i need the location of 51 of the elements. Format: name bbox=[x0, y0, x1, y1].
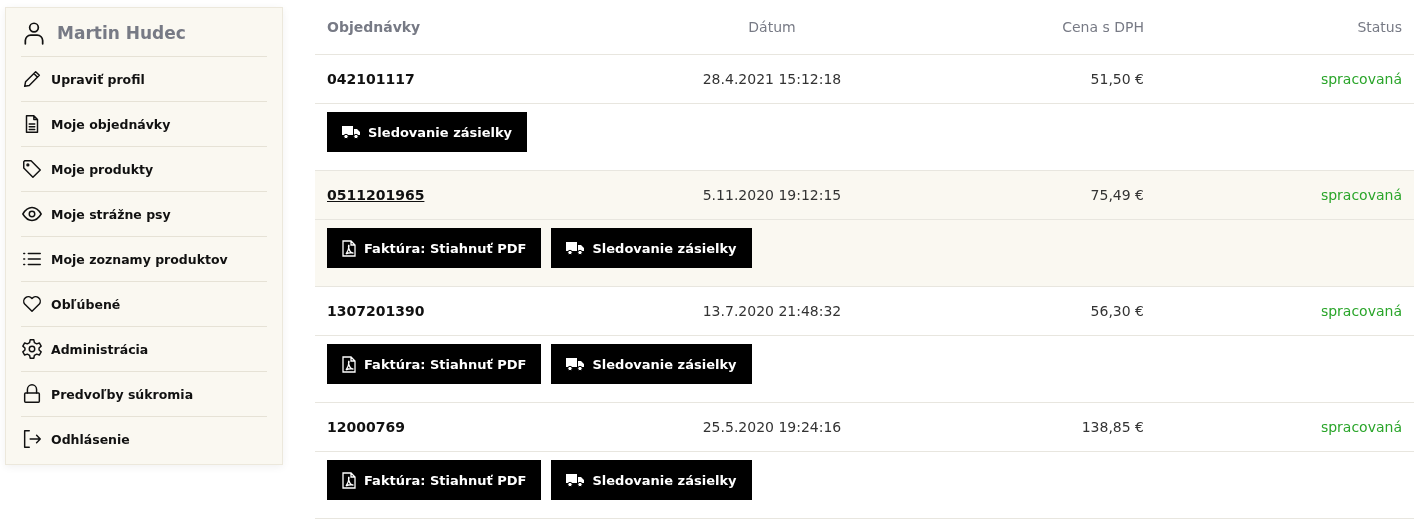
tracking-button[interactable]: Sledovanie zásielky bbox=[327, 112, 528, 152]
sidebar-link[interactable]: Administrácia bbox=[51, 341, 149, 357]
invoice-download-button[interactable]: Faktúra: Stiahnuť PDF bbox=[327, 344, 542, 384]
pencil-icon bbox=[21, 68, 43, 90]
user-name: Martin Hudec bbox=[57, 23, 186, 43]
lock-icon bbox=[21, 383, 43, 405]
column-header: Objednávky bbox=[327, 19, 421, 35]
order-number-link[interactable]: 1307201390 bbox=[327, 303, 425, 319]
heart-icon bbox=[21, 293, 43, 315]
invoice-download-button[interactable]: Faktúra: Stiahnuť PDF bbox=[327, 228, 542, 268]
sidebar-link[interactable]: Predvoľby súkromia bbox=[51, 386, 194, 402]
sidebar-link[interactable]: Odhlásenie bbox=[51, 431, 130, 447]
truck-icon bbox=[566, 473, 585, 487]
pdf-icon bbox=[342, 471, 356, 489]
tag-icon bbox=[21, 158, 43, 180]
sidebar-link[interactable]: Moje strážne psy bbox=[51, 206, 171, 222]
truck-icon bbox=[566, 357, 585, 371]
invoice-download-button[interactable]: Faktúra: Stiahnuť PDF bbox=[327, 460, 542, 500]
order-price: 56,30 € bbox=[1090, 303, 1144, 319]
order-date: 28.4.2021 15:12:18 bbox=[702, 71, 842, 87]
order-price: 51,50 € bbox=[1090, 71, 1144, 87]
order-number-link[interactable]: 12000769 bbox=[327, 419, 405, 435]
order-number-link[interactable]: 0511201965 bbox=[327, 187, 425, 203]
order-status: spracovaná bbox=[1320, 187, 1402, 203]
column-header: Cena s DPH bbox=[1062, 19, 1144, 35]
order-status: spracovaná bbox=[1320, 419, 1402, 435]
sidebar-link[interactable]: Moje zoznamy produktov bbox=[51, 251, 228, 267]
user-icon bbox=[21, 20, 47, 46]
order-status: spracovaná bbox=[1320, 303, 1402, 319]
settings-icon bbox=[21, 338, 43, 360]
order-date: 25.5.2020 19:24:16 bbox=[702, 419, 842, 435]
order-date: 13.7.2020 21:48:32 bbox=[702, 303, 842, 319]
pdf-icon bbox=[342, 239, 356, 257]
order-number-link[interactable]: 042101117 bbox=[327, 71, 415, 87]
truck-icon bbox=[342, 125, 360, 139]
sidebar-link[interactable]: Obľúbené bbox=[51, 296, 121, 312]
tracking-button[interactable]: Sledovanie zásielky bbox=[551, 344, 752, 384]
column-header: Dátum bbox=[748, 19, 796, 35]
pdf-icon bbox=[342, 355, 356, 373]
column-header: Status bbox=[1357, 19, 1402, 35]
sidebar-link[interactable]: Moje produkty bbox=[51, 161, 154, 177]
sidebar-link[interactable]: Moje objednávky bbox=[51, 116, 171, 132]
order-date: 5.11.2020 19:12:15 bbox=[702, 187, 842, 203]
tracking-button[interactable]: Sledovanie zásielky bbox=[551, 460, 752, 500]
sidebar-link[interactable]: Upraviť profil bbox=[51, 71, 145, 87]
tracking-button[interactable]: Sledovanie zásielky bbox=[551, 228, 752, 268]
order-price: 138,85 € bbox=[1081, 419, 1144, 435]
truck-icon bbox=[566, 241, 585, 255]
order-price: 75,49 € bbox=[1090, 187, 1144, 203]
order-status: spracovaná bbox=[1320, 71, 1402, 87]
logout-icon bbox=[21, 428, 43, 450]
